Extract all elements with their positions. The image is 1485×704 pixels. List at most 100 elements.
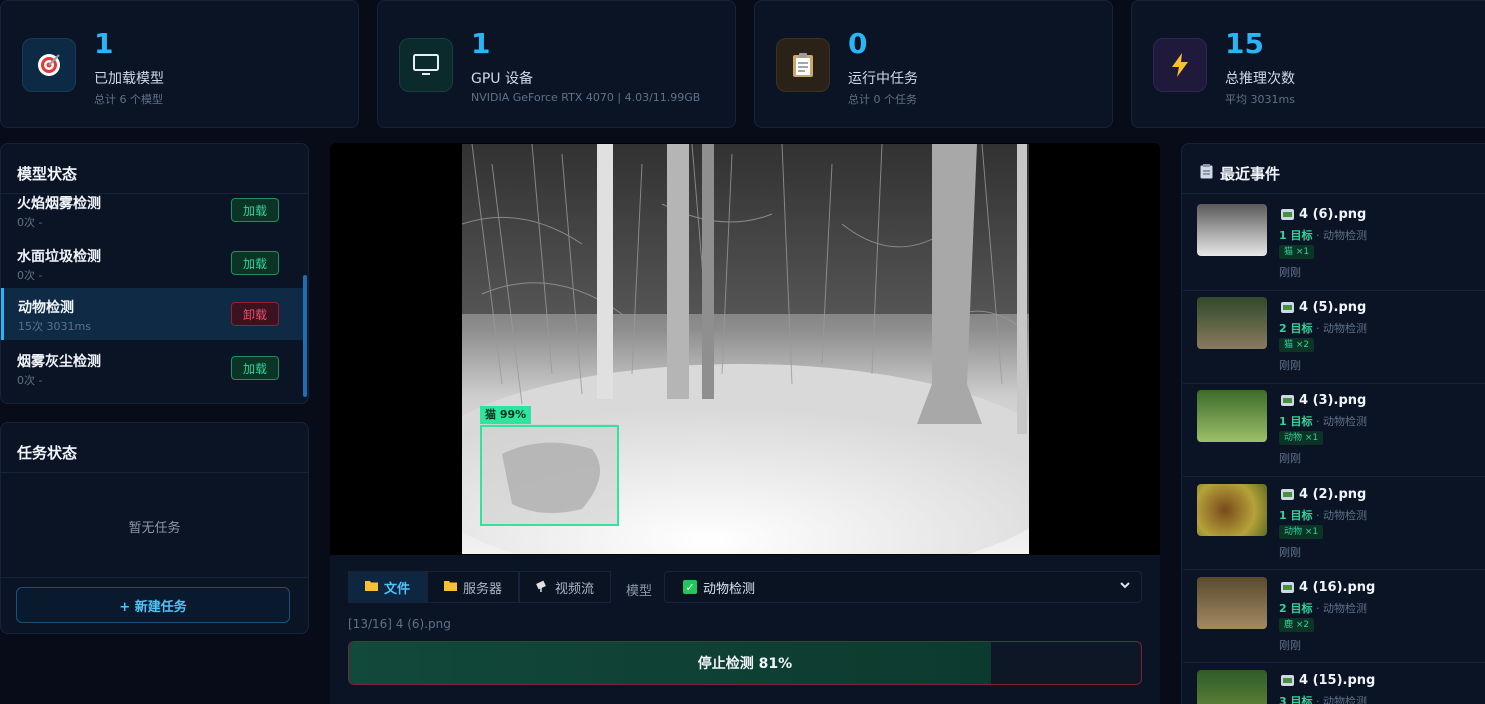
event-time: 刚刚 [1279, 452, 1301, 465]
divider [1183, 383, 1485, 384]
event-type: · 动物检测 [1315, 229, 1367, 242]
event-thumbnail [1197, 484, 1267, 536]
source-tabs: 文件 服务器 视频流 [348, 571, 612, 603]
event-file: 4 (2).png [1281, 487, 1366, 502]
model-select[interactable]: ✓ 动物检测 [664, 571, 1142, 603]
event-tag: 猫 ×2 [1279, 338, 1315, 352]
model-row[interactable]: 烟雾灰尘检测 0次 - 加载 [1, 342, 303, 394]
load-button[interactable]: 加载 [231, 198, 279, 222]
stat-label: 运行中任务 [848, 71, 918, 87]
event-item[interactable]: 4 (5).png 2 目标 · 动物检测 猫 ×2 刚刚 [1197, 297, 1467, 377]
model-row[interactable]: 水面垃圾检测 0次 - 加载 [1, 237, 303, 289]
event-time: 刚刚 [1279, 639, 1301, 652]
event-type: · 动物检测 [1315, 602, 1367, 615]
event-file-name: 4 (16).png [1299, 580, 1376, 595]
stat-sub: 总计 6 个模型 [94, 93, 163, 106]
model-row[interactable]: 火焰烟雾检测 0次 - 加载 [1, 194, 303, 236]
event-count-value: 3 目标 [1279, 695, 1313, 704]
panel-title: 最近事件 [1220, 165, 1281, 183]
tab-file[interactable]: 文件 [348, 571, 428, 603]
stat-card-loaded-models: 1 已加载模型 总计 6 个模型 [0, 0, 359, 128]
monitor-icon [399, 38, 453, 92]
stat-sub: 总计 0 个任务 [848, 93, 917, 106]
event-count: 1 目标 · 动物检测 [1279, 227, 1367, 243]
event-file-name: 4 (5).png [1299, 300, 1367, 315]
event-item[interactable]: 4 (6).png 1 目标 · 动物检测 猫 ×1 刚刚 [1197, 204, 1467, 284]
event-tag: 动物 ×1 [1279, 431, 1324, 445]
stop-detection-button[interactable]: 停止检测 81% [348, 641, 1142, 685]
tab-label: 服务器 [463, 581, 503, 597]
divider [1183, 662, 1485, 663]
event-item[interactable]: 4 (16).png 2 目标 · 动物检测 鹿 ×2 刚刚 [1197, 577, 1467, 657]
model-name: 烟雾灰尘检测 [17, 354, 101, 370]
folder-icon [444, 580, 458, 595]
event-thumbnail [1197, 204, 1267, 256]
model-meta: 15次 3031ms [18, 320, 91, 333]
image-icon [1281, 395, 1294, 406]
event-count-value: 2 目标 [1279, 322, 1313, 335]
camera-icon [536, 579, 549, 596]
stat-card-inference-count: 15 总推理次数 平均 3031ms [1131, 0, 1485, 128]
event-count-value: 2 目标 [1279, 602, 1313, 615]
chevron-down-icon [1119, 579, 1131, 594]
panel-title: 模型状态 [17, 165, 78, 183]
event-count-value: 1 目标 [1279, 415, 1313, 428]
unload-button[interactable]: 卸载 [231, 302, 279, 326]
stat-label: 总推理次数 [1225, 71, 1295, 87]
target-icon [22, 38, 76, 92]
event-thumbnail [1197, 390, 1267, 442]
clipboard-icon [1200, 164, 1213, 183]
event-time: 刚刚 [1279, 546, 1301, 559]
model-name: 水面垃圾检测 [17, 249, 101, 265]
folder-icon [365, 580, 378, 595]
lightning-icon [1153, 38, 1207, 92]
model-select-label: 模型 [626, 584, 653, 599]
event-thumbnail [1197, 670, 1267, 704]
model-meta: 0次 - [17, 216, 43, 229]
event-item[interactable]: 4 (2).png 1 目标 · 动物检测 动物 ×1 刚刚 [1197, 484, 1467, 564]
stat-value: 0 [848, 27, 868, 60]
model-row-active[interactable]: 动物检测 15次 3031ms 卸载 [1, 288, 303, 340]
event-tag: 动物 ×1 [1279, 525, 1324, 539]
stat-value: 1 [471, 27, 491, 60]
event-item[interactable]: 4 (3).png 1 目标 · 动物检测 动物 ×1 刚刚 [1197, 390, 1467, 470]
event-file: 4 (3).png [1281, 393, 1366, 408]
model-name: 动物检测 [18, 300, 74, 316]
event-count: 3 目标 · 动物检测 [1279, 693, 1367, 704]
event-tag: 猫 ×1 [1279, 245, 1315, 259]
image-icon [1281, 675, 1294, 686]
scrollbar[interactable] [303, 275, 307, 397]
image-icon [1281, 302, 1294, 313]
image-icon [1281, 209, 1294, 220]
stat-sub: NVIDIA GeForce RTX 4070 | 4.03/11.99GB [471, 91, 701, 104]
event-file-name: 4 (2).png [1299, 487, 1367, 502]
event-file-name: 4 (15).png [1299, 673, 1376, 688]
stat-card-running-tasks: 0 运行中任务 总计 0 个任务 [754, 0, 1113, 128]
event-file-name: 4 (6).png [1299, 207, 1367, 222]
event-type: · 动物检测 [1315, 415, 1367, 428]
divider [1183, 476, 1485, 477]
model-name: 火焰烟雾检测 [17, 196, 101, 212]
detection-viewer: 猫 99% [330, 143, 1160, 555]
stat-sub: 平均 3031ms [1225, 93, 1295, 106]
model-list[interactable]: 火焰烟雾检测 0次 - 加载 水面垃圾检测 0次 - 加载 动物检测 15次 3… [1, 194, 308, 403]
event-type: · 动物检测 [1315, 322, 1367, 335]
divider [1183, 569, 1485, 570]
event-count-value: 1 目标 [1279, 229, 1313, 242]
tab-stream[interactable]: 视频流 [519, 571, 612, 603]
event-time: 刚刚 [1279, 359, 1301, 372]
model-select-value: 动物检测 [703, 581, 756, 597]
stat-value: 1 [94, 27, 114, 60]
tab-server[interactable]: 服务器 [427, 571, 520, 603]
event-thumbnail [1197, 297, 1267, 349]
divider [1183, 290, 1485, 291]
load-button[interactable]: 加载 [231, 251, 279, 275]
stat-value: 15 [1225, 27, 1264, 60]
new-task-button[interactable]: + 新建任务 [16, 587, 290, 623]
check-icon: ✓ [683, 580, 697, 594]
event-item[interactable]: 4 (15).png 3 目标 · 动物检测 [1197, 670, 1467, 704]
load-button[interactable]: 加载 [231, 356, 279, 380]
event-count: 1 目标 · 动物检测 [1279, 507, 1367, 523]
event-file-name: 4 (3).png [1299, 393, 1367, 408]
event-file: 4 (15).png [1281, 673, 1375, 688]
